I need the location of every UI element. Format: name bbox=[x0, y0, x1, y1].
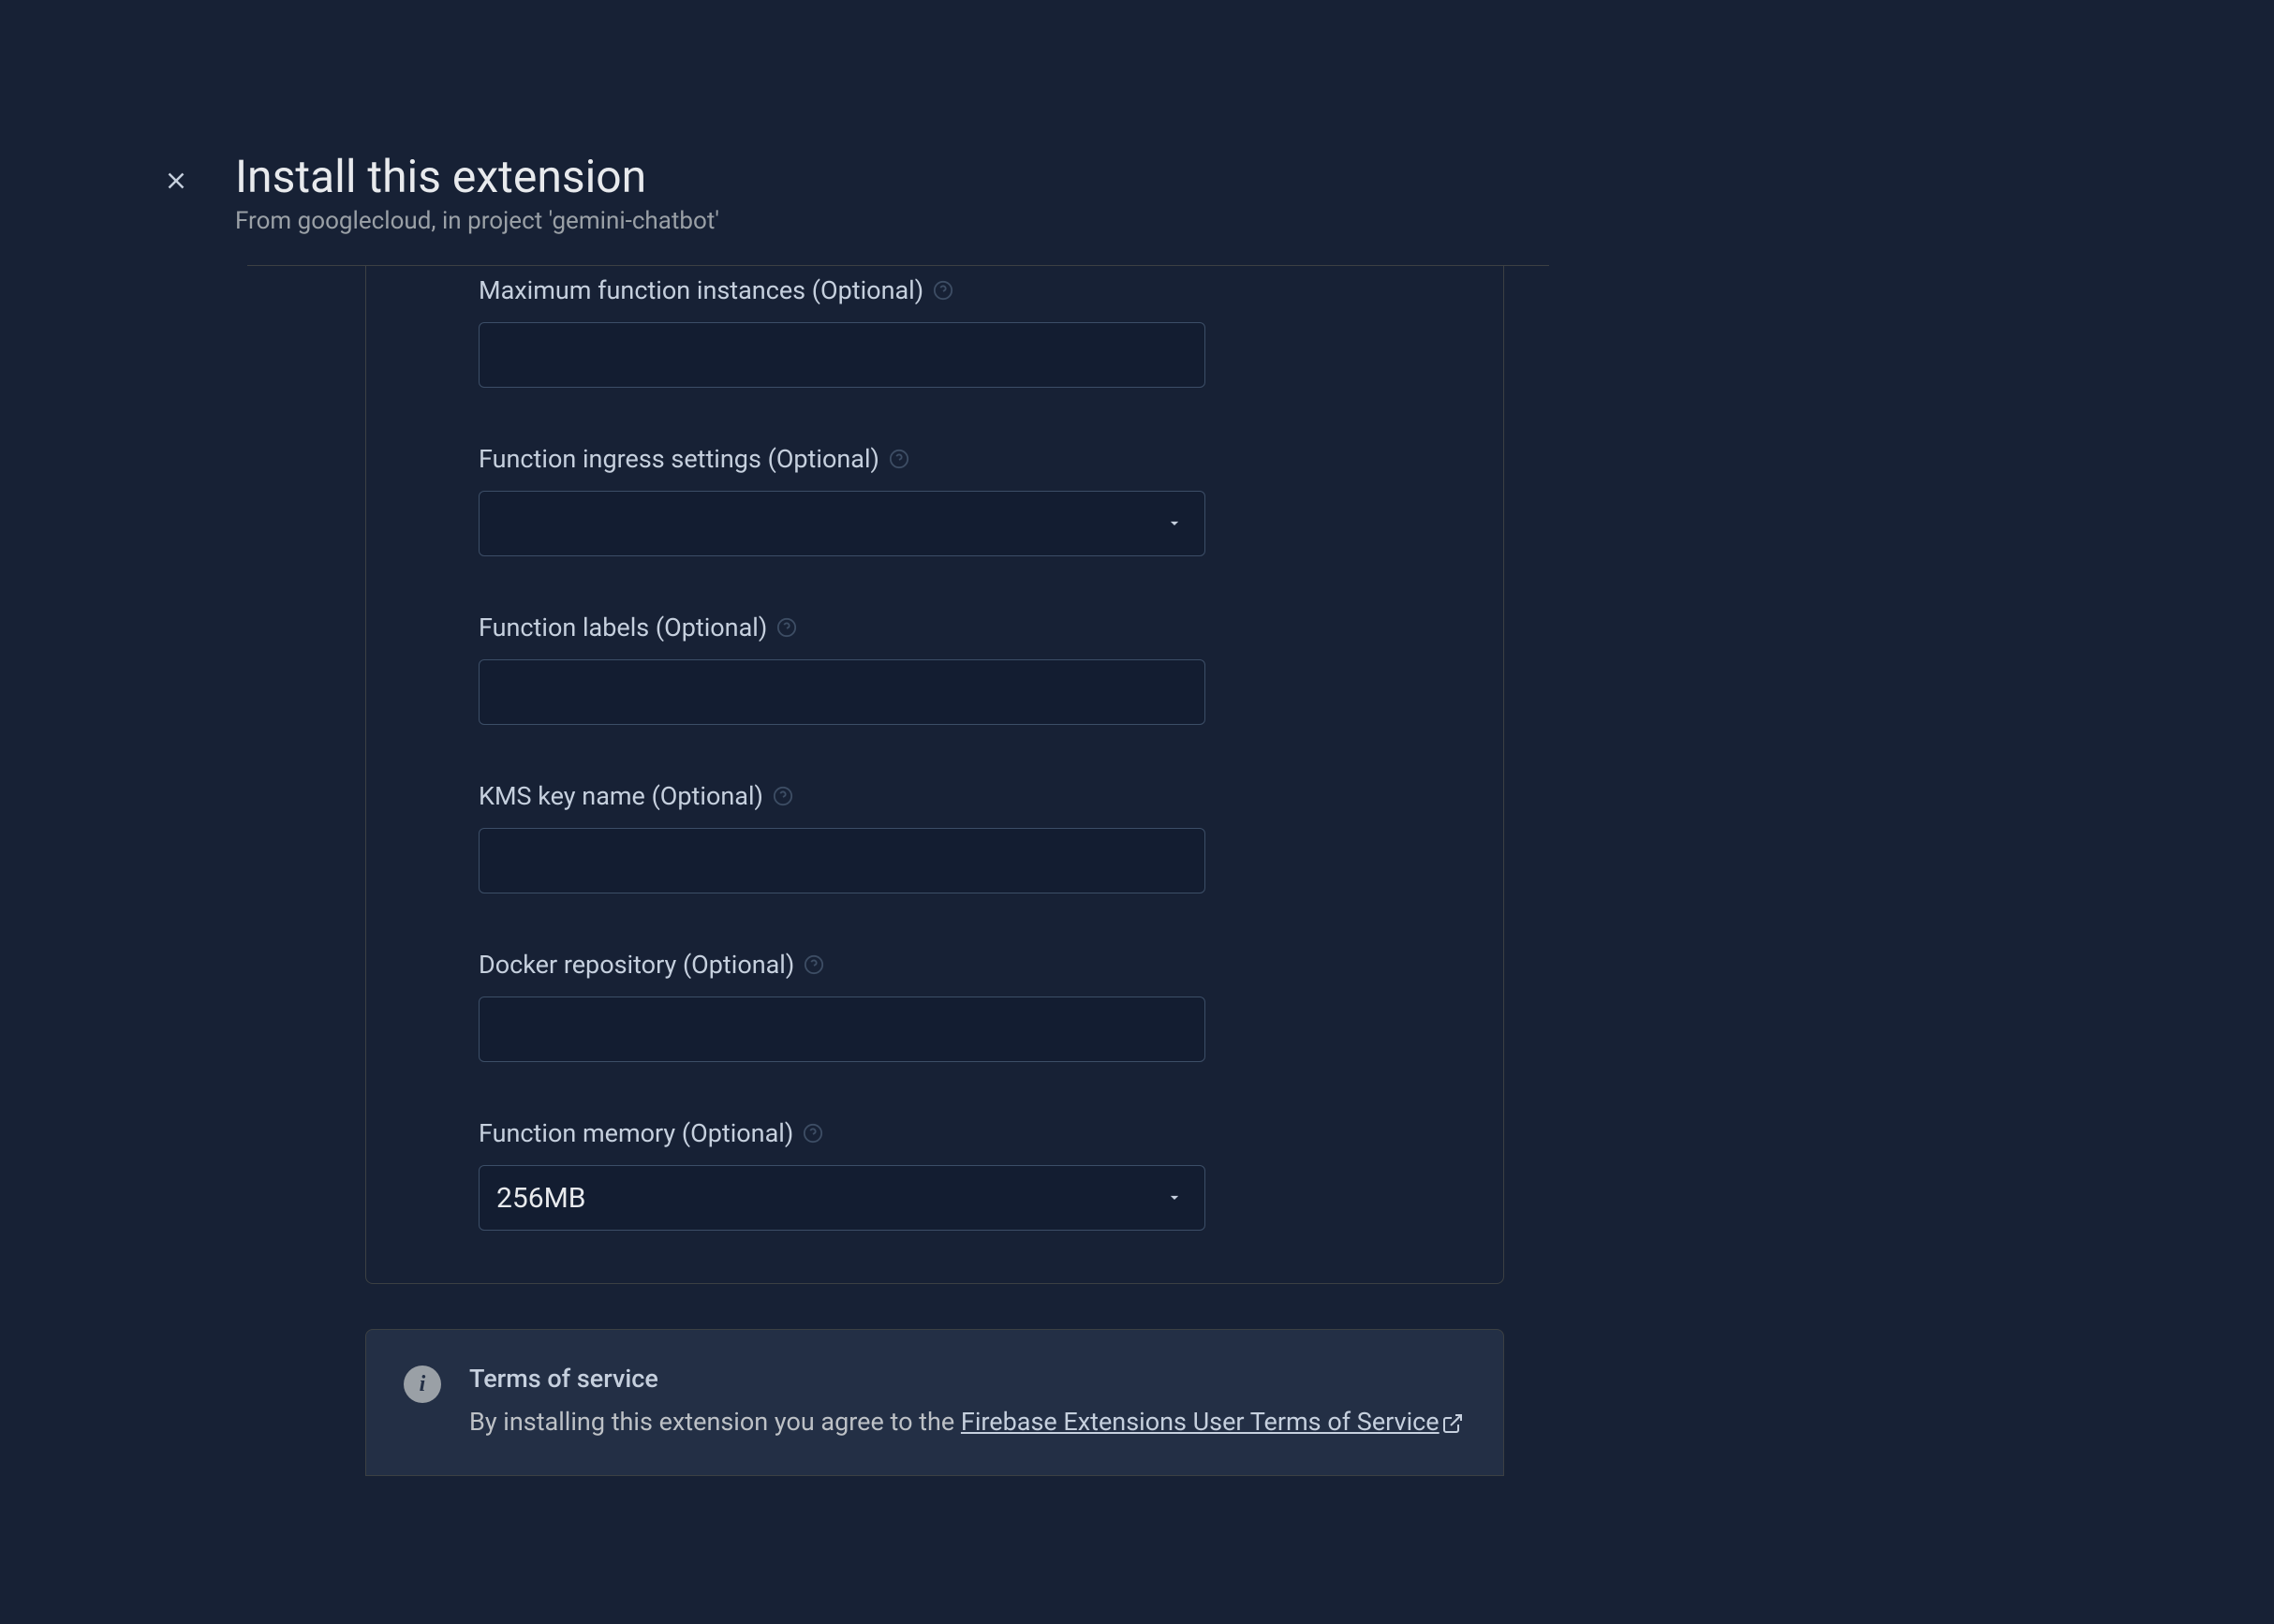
docker-label: Docker repository (Optional) bbox=[479, 950, 1391, 980]
form-container: Maximum function instances (Optional) Fu… bbox=[365, 266, 1504, 1284]
help-icon[interactable] bbox=[803, 1123, 823, 1144]
kms-label: KMS key name (Optional) bbox=[479, 781, 1391, 811]
close-button[interactable] bbox=[159, 165, 193, 199]
terms-link[interactable]: Firebase Extensions User Terms of Servic… bbox=[961, 1407, 1464, 1437]
labels-label: Function labels (Optional) bbox=[479, 613, 1391, 642]
info-icon: i bbox=[404, 1366, 441, 1403]
page-header: Install this extension From googlecloud,… bbox=[0, 0, 2274, 235]
page-title: Install this extension bbox=[235, 150, 719, 203]
help-icon[interactable] bbox=[933, 280, 953, 301]
field-max-instances: Maximum function instances (Optional) bbox=[479, 266, 1391, 388]
terms-title: Terms of service bbox=[469, 1364, 1464, 1394]
help-icon[interactable] bbox=[804, 954, 824, 975]
help-icon[interactable] bbox=[773, 786, 793, 806]
field-docker: Docker repository (Optional) bbox=[479, 950, 1391, 1062]
chevron-down-icon bbox=[1165, 1182, 1184, 1215]
field-kms: KMS key name (Optional) bbox=[479, 781, 1391, 893]
field-labels: Function labels (Optional) bbox=[479, 613, 1391, 725]
field-memory: Function memory (Optional) 256MB bbox=[479, 1118, 1391, 1231]
memory-select[interactable]: 256MB bbox=[479, 1165, 1205, 1231]
terms-text: Terms of service By installing this exte… bbox=[469, 1364, 1464, 1441]
ingress-select[interactable] bbox=[479, 491, 1205, 556]
labels-input[interactable] bbox=[479, 659, 1205, 725]
help-icon[interactable] bbox=[776, 617, 797, 638]
max-instances-label: Maximum function instances (Optional) bbox=[479, 275, 1391, 305]
chevron-down-icon bbox=[1165, 508, 1184, 540]
ingress-label: Function ingress settings (Optional) bbox=[479, 444, 1391, 474]
external-link-icon bbox=[1441, 1412, 1464, 1435]
close-icon bbox=[162, 167, 190, 198]
help-icon[interactable] bbox=[889, 449, 909, 469]
terms-description: By installing this extension you agree t… bbox=[469, 1403, 1464, 1441]
field-ingress: Function ingress settings (Optional) bbox=[479, 444, 1391, 556]
docker-input[interactable] bbox=[479, 997, 1205, 1062]
memory-label: Function memory (Optional) bbox=[479, 1118, 1391, 1148]
header-text: Install this extension From googlecloud,… bbox=[235, 150, 719, 235]
kms-input[interactable] bbox=[479, 828, 1205, 893]
page-subtitle: From googlecloud, in project 'gemini-cha… bbox=[235, 207, 719, 235]
terms-of-service-panel: i Terms of service By installing this ex… bbox=[365, 1329, 1504, 1476]
max-instances-input[interactable] bbox=[479, 322, 1205, 388]
